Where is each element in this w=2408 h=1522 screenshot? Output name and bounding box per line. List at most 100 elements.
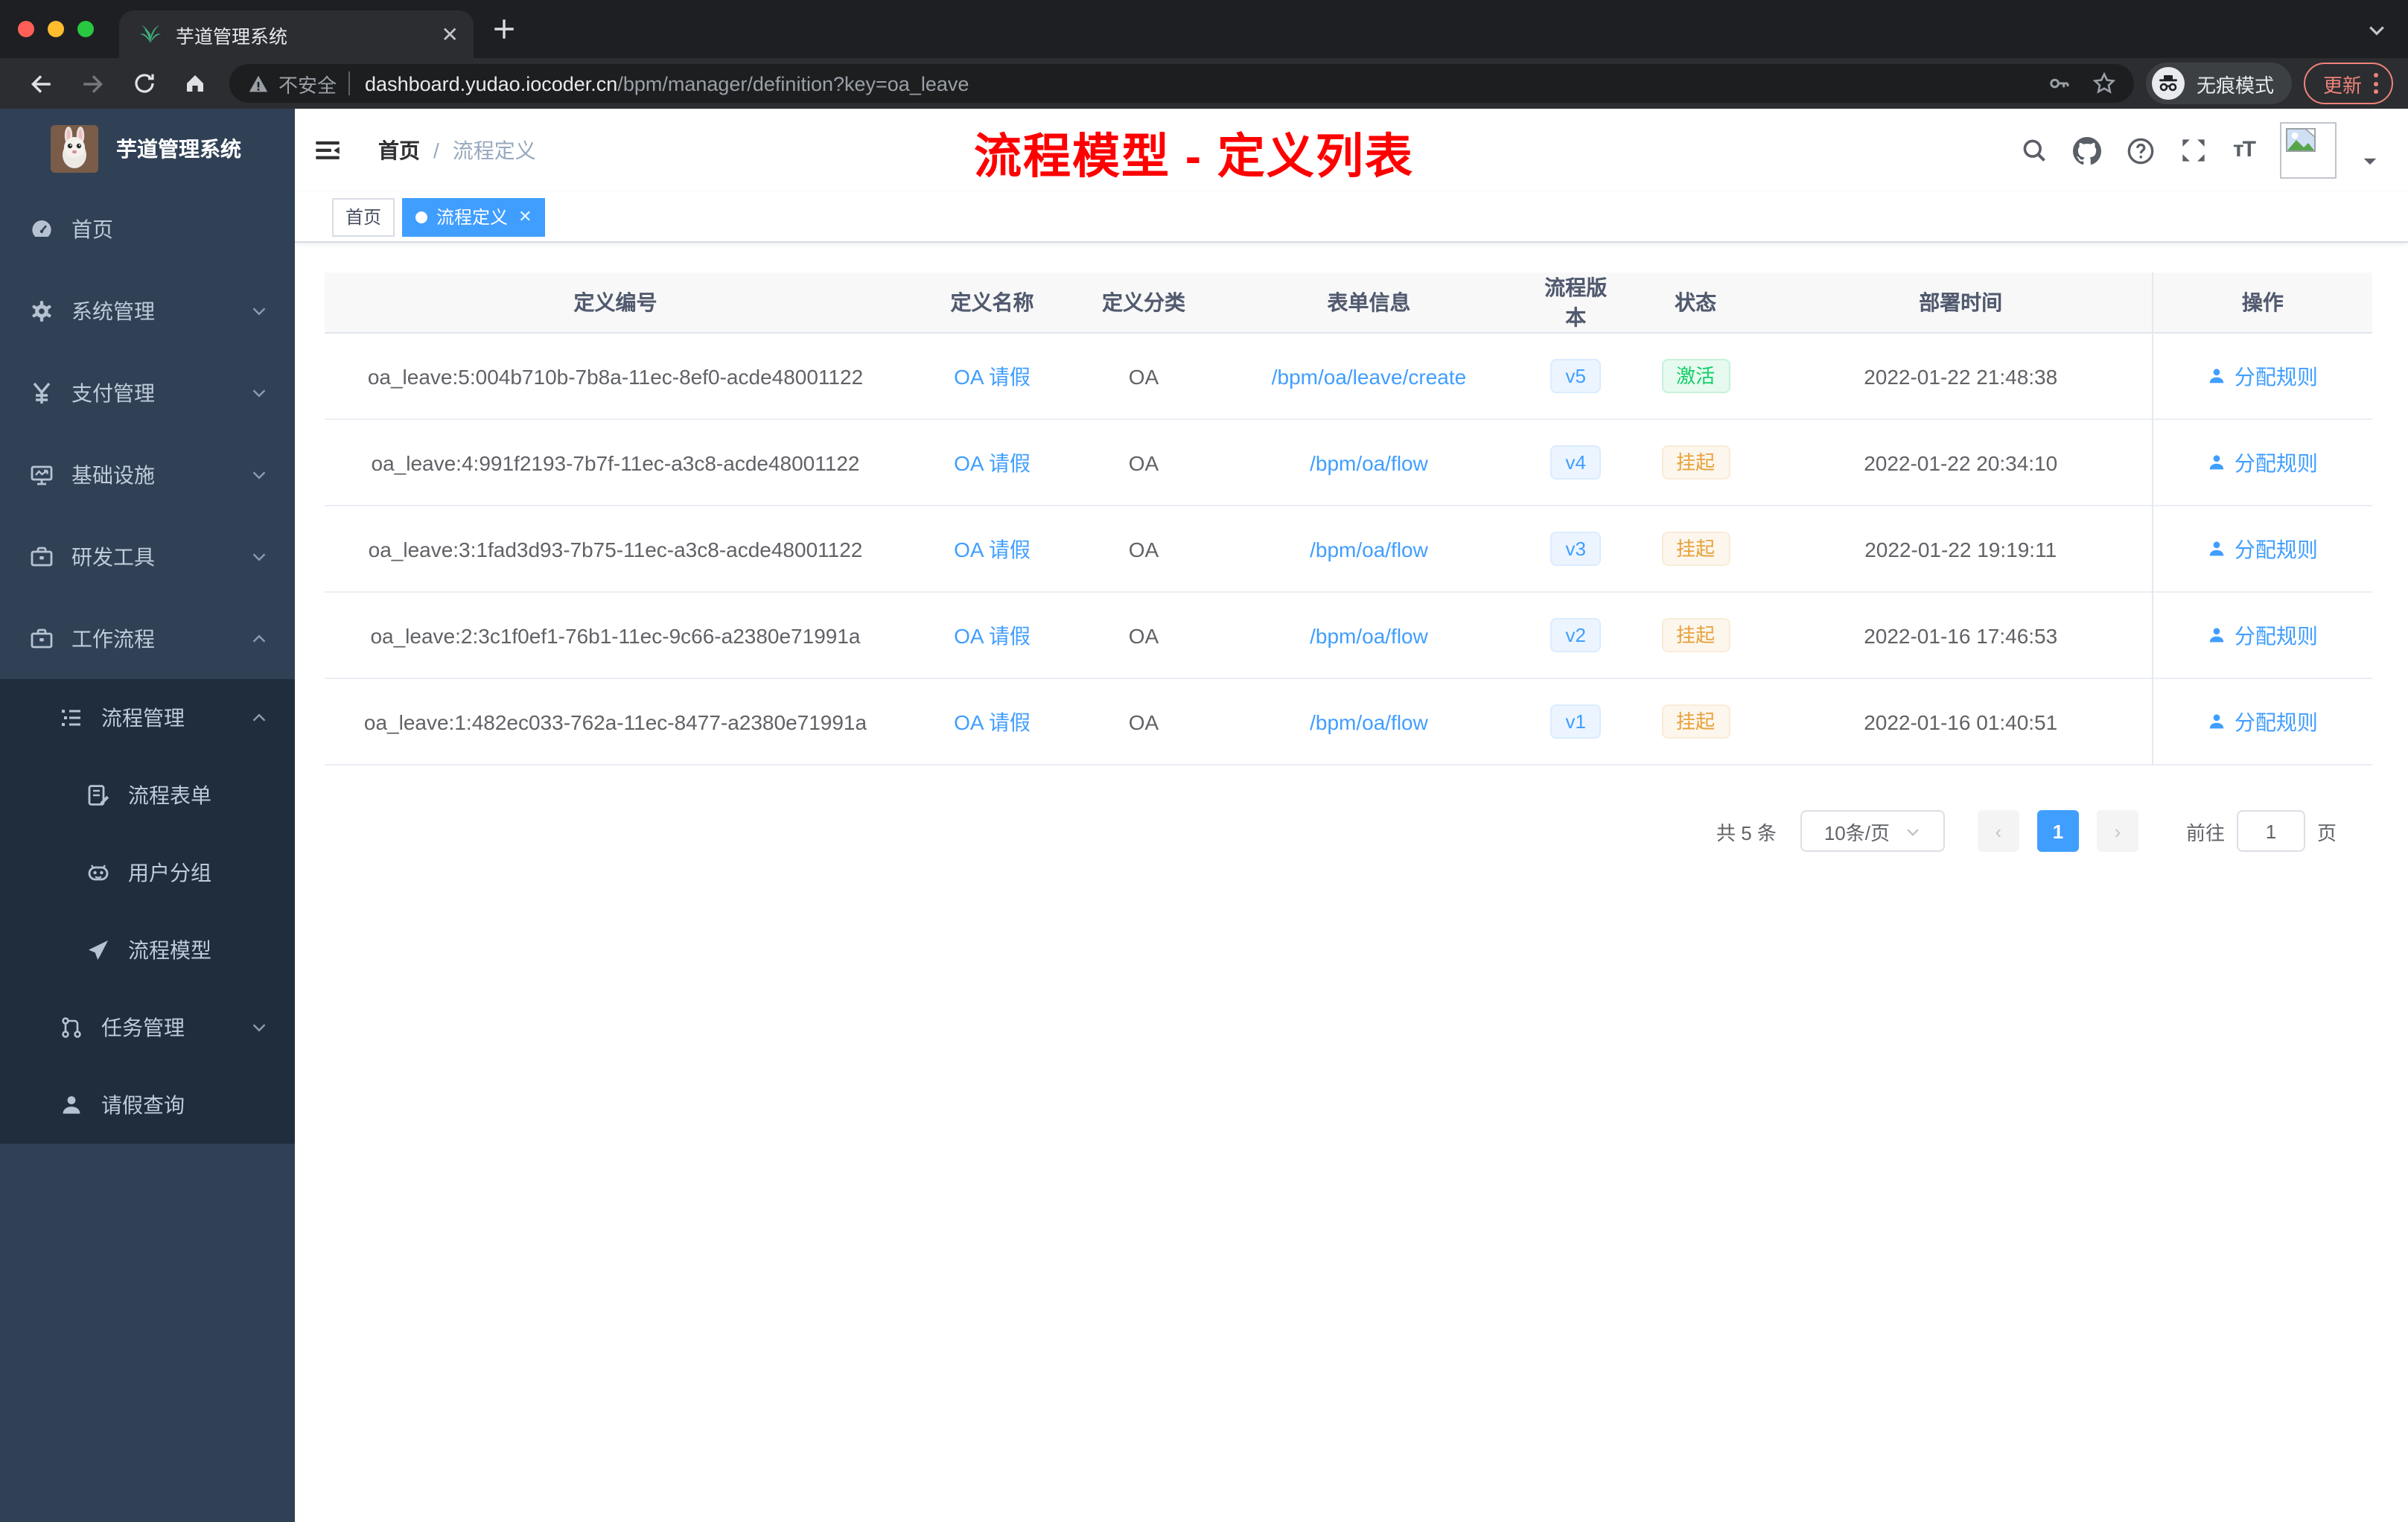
avatar-caret-icon[interactable] (2362, 153, 2378, 169)
sidebar-item-1[interactable]: 系统管理 (0, 270, 295, 351)
version-badge: v5 (1550, 359, 1601, 393)
definition-id: oa_leave:4:991f2193-7b7f-11ec-a3c8-acde4… (371, 450, 860, 474)
app-title: 芋道管理系统 (116, 136, 241, 160)
definition-id: oa_leave:1:482ec033-762a-11ec-8477-a2380… (363, 710, 867, 733)
version-badge: v1 (1550, 704, 1601, 739)
assign-rule-link[interactable]: 分配规则 (2208, 448, 2318, 477)
flow-icon (60, 1016, 83, 1039)
sidebar-item-7[interactable]: 流程表单 (0, 757, 295, 834)
home-button[interactable] (183, 71, 207, 95)
definition-name-link[interactable]: OA 请假 (954, 710, 1031, 733)
column-header-7: 操作 (2153, 273, 2372, 334)
browser-menu-dots-icon[interactable] (2374, 73, 2378, 94)
github-icon[interactable] (2073, 136, 2102, 165)
next-page-button[interactable]: › (2096, 810, 2138, 852)
tag-label: 首页 (345, 207, 382, 228)
search-icon[interactable] (2022, 137, 2048, 164)
close-window-button[interactable] (18, 21, 34, 37)
sidebar-item-6[interactable]: 流程管理 (0, 679, 295, 757)
form-icon (86, 783, 110, 807)
assign-rule-link[interactable]: 分配规则 (2208, 707, 2318, 736)
definition-id: oa_leave:2:3c1f0ef1-76b1-11ec-9c66-a2380… (370, 623, 861, 647)
sidebar-item-2[interactable]: 支付管理 (0, 351, 295, 433)
omnibox-divider (348, 71, 351, 95)
status-badge: 激活 (1661, 359, 1730, 393)
url-text[interactable]: dashboard.yudao.iocoder.cn/bpm/manager/d… (365, 72, 2048, 95)
page-size-select[interactable]: 10条/页 (1800, 810, 1945, 852)
fullscreen-icon[interactable] (2181, 137, 2208, 164)
page-annotation-title: 流程模型 - 定义列表 (974, 130, 1414, 183)
sidebar-item-3[interactable]: 基础设施 (0, 433, 295, 515)
goto-page-input[interactable] (2236, 810, 2305, 852)
tag-1[interactable]: 流程定义 ✕ (402, 197, 546, 236)
bookmark-star-icon[interactable] (2092, 71, 2116, 95)
help-icon[interactable] (2127, 136, 2156, 165)
breadcrumb-separator: / (433, 138, 439, 162)
new-tab-button[interactable] (491, 16, 517, 42)
forward-button[interactable] (80, 71, 106, 96)
security-warning-icon[interactable] (247, 72, 270, 95)
status-badge: 挂起 (1661, 618, 1730, 652)
deploy-time: 2022-01-16 01:40:51 (1864, 710, 2058, 733)
form-link[interactable]: /bpm/oa/flow (1310, 623, 1428, 647)
assign-rule-link[interactable]: 分配规则 (2208, 534, 2318, 564)
maximize-window-button[interactable] (77, 21, 94, 37)
assign-rule-link[interactable]: 分配规则 (2208, 361, 2318, 391)
tab-search-chevron-icon[interactable] (2366, 19, 2387, 40)
browser-tab[interactable]: 芋道管理系统 ✕ (119, 10, 474, 58)
url-bar[interactable]: 不安全 dashboard.yudao.iocoder.cn/bpm/manag… (229, 64, 2134, 103)
gear-icon (30, 299, 54, 322)
sidebar-toggle-icon[interactable] (314, 137, 341, 164)
sidebar-logo: 芋道管理系统 (0, 109, 295, 188)
minimize-window-button[interactable] (48, 21, 64, 37)
definition-category: OA (1128, 537, 1159, 561)
incognito-badge: 无痕模式 (2145, 63, 2292, 104)
tag-0[interactable]: 首页 (332, 197, 395, 236)
sidebar-item-0[interactable]: 首页 (0, 188, 295, 270)
current-page-button[interactable]: 1 (2036, 810, 2079, 852)
sidebar-item-8[interactable]: 用户分组 (0, 834, 295, 911)
incognito-icon (2151, 67, 2185, 100)
assign-rule-link[interactable]: 分配规则 (2208, 620, 2318, 650)
favicon-leaf-icon (138, 22, 162, 46)
back-button[interactable] (28, 71, 54, 96)
fixed-column-separator (2152, 273, 2153, 765)
page-unit-label: 页 (2316, 821, 2337, 844)
sidebar-item-10[interactable]: 任务管理 (0, 989, 295, 1066)
active-tag-dot (415, 211, 428, 223)
tab-close-icon[interactable]: ✕ (442, 22, 459, 47)
definition-table: 定义编号 定义名称 定义分类 表单信息 流程版本 状态 部署时间 操作 oa_leave:5:… (325, 273, 2372, 765)
definition-name-link[interactable]: OA 请假 (954, 537, 1031, 561)
sidebar-item-label: 研发工具 (71, 544, 155, 568)
url-host: dashboard.yudao.iocoder.cn (365, 72, 618, 95)
avatar[interactable] (2280, 122, 2337, 179)
form-link[interactable]: /bpm/oa/leave/create (1272, 364, 1467, 388)
table-row-3: oa_leave:2:3c1f0ef1-76b1-11ec-9c66-a2380… (325, 592, 2372, 679)
definition-name-link[interactable]: OA 请假 (954, 364, 1031, 388)
sidebar-item-5[interactable]: 工作流程 (0, 597, 295, 679)
sidebar-item-label: 任务管理 (101, 1016, 185, 1039)
sidebar-item-label: 系统管理 (71, 299, 155, 322)
form-link[interactable]: /bpm/oa/flow (1310, 450, 1428, 474)
update-label[interactable]: 更新 (2323, 69, 2362, 98)
chevron-down-icon (250, 465, 268, 483)
breadcrumb-home[interactable]: 首页 (378, 136, 420, 165)
security-label[interactable]: 不安全 (278, 69, 337, 98)
update-button[interactable]: 更新 (2303, 63, 2393, 104)
window-controls[interactable] (18, 21, 94, 37)
sidebar-item-label: 基础设施 (71, 462, 155, 486)
version-badge: v4 (1550, 445, 1601, 480)
definition-name-link[interactable]: OA 请假 (954, 450, 1031, 474)
prev-page-button[interactable]: ‹ (1977, 810, 2019, 852)
sidebar-item-11[interactable]: 请假查询 (0, 1066, 295, 1144)
reload-button[interactable] (133, 71, 156, 95)
main-content: 定义编号 定义名称 定义分类 表单信息 流程版本 状态 部署时间 操作 oa_leave:5:… (295, 243, 2408, 1522)
sidebar-item-4[interactable]: 研发工具 (0, 515, 295, 597)
tag-close-icon[interactable]: ✕ (518, 207, 532, 226)
form-link[interactable]: /bpm/oa/flow (1310, 710, 1428, 733)
sidebar-item-9[interactable]: 流程模型 (0, 911, 295, 989)
breadcrumb-current: 流程定义 (452, 138, 536, 162)
form-link[interactable]: /bpm/oa/flow (1310, 537, 1428, 561)
password-key-icon[interactable] (2048, 71, 2071, 95)
definition-name-link[interactable]: OA 请假 (954, 623, 1031, 647)
